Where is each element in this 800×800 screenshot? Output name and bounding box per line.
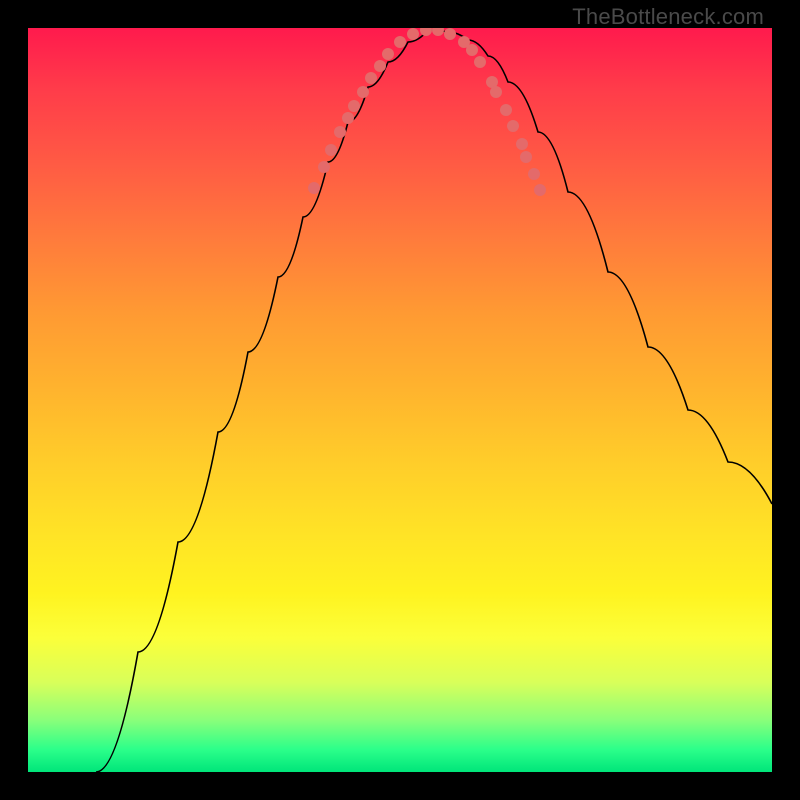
chart-background (28, 28, 772, 772)
watermark-label: TheBottleneck.com (572, 4, 764, 30)
